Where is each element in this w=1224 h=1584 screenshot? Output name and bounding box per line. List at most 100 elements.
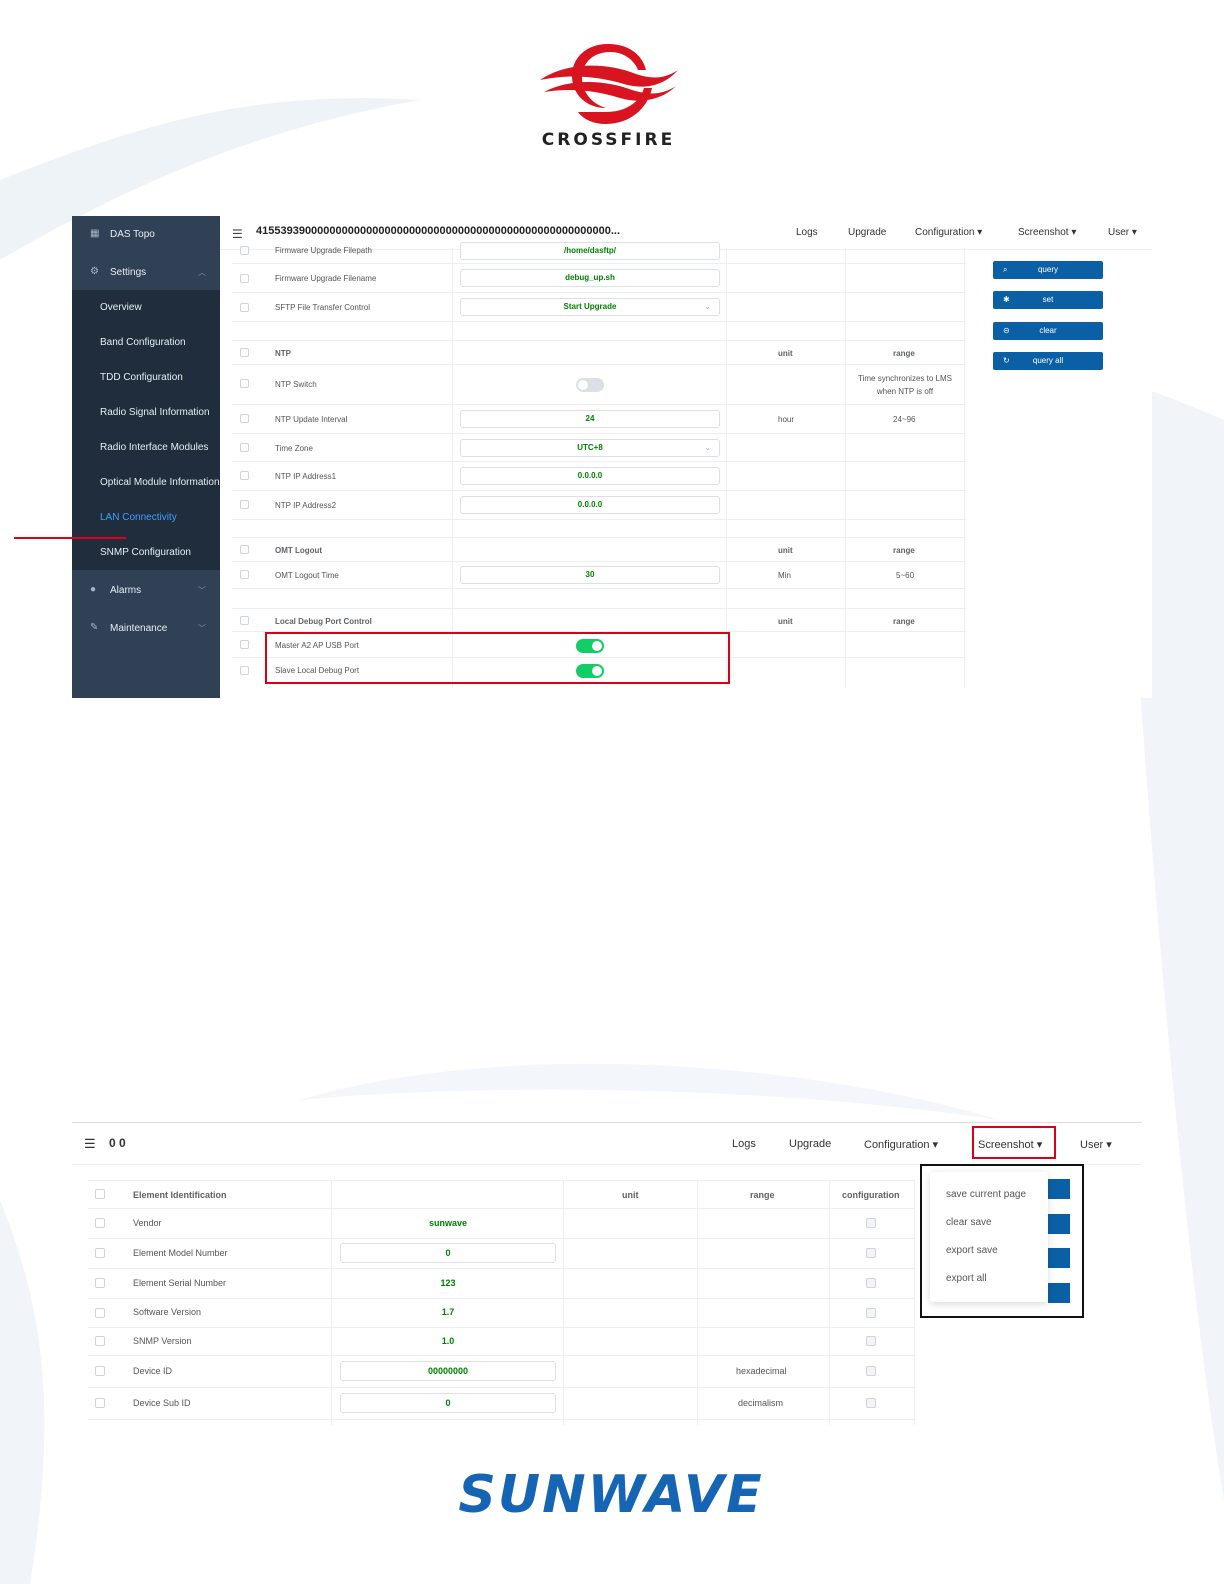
omt-logout-input[interactable]: 30 [460, 566, 720, 584]
row-checkbox[interactable] [95, 1278, 105, 1288]
table-row: SFTP File Transfer Control Start Upgrade… [232, 293, 966, 322]
model-number-input[interactable]: 0 [340, 1243, 556, 1263]
menu-fold-icon[interactable]: ☰ [84, 1136, 96, 1152]
header-checkbox[interactable] [95, 1189, 105, 1199]
sidebar-item-maintenance[interactable]: ✎ Maintenance ﹀ [72, 610, 220, 646]
gear-icon: ⚙ [90, 266, 99, 277]
sidebar-item-radio-signal-information[interactable]: Radio Signal Information [72, 395, 220, 430]
nav-configuration[interactable]: Configuration ▾ [864, 1138, 938, 1151]
table-row: Time Zone UTC+8 ⌄ [232, 434, 966, 462]
sidebar-item-snmp-configuration[interactable]: SNMP Configuration [72, 535, 220, 570]
row-checkbox[interactable] [240, 443, 249, 452]
sidebar-item-alarms[interactable]: ● Alarms ﹀ [72, 572, 220, 608]
sidebar-item-das-topo[interactable]: ▦ DAS Topo [72, 216, 220, 252]
table-row: Firmware Upgrade Filepath /home/dasftp/ [232, 242, 966, 264]
nav-upgrade[interactable]: Upgrade [848, 227, 886, 238]
chevron-down-icon: ﹀ [198, 623, 206, 633]
sunwave-wordmark: SUNWAVE [458, 1465, 763, 1525]
nav-screenshot[interactable]: Screenshot ▾ [1018, 227, 1076, 238]
config-checkbox[interactable] [866, 1278, 876, 1288]
vendor-value: sunwave [428, 1218, 468, 1228]
unit-value: hour [778, 415, 795, 424]
snmp-version-value: 1.0 [441, 1336, 455, 1346]
filepath-input[interactable]: /home/dasftp/ [460, 242, 720, 260]
column-divider [914, 1180, 915, 1425]
range-value: hexadecimal [736, 1366, 787, 1376]
sidebar-item-tdd-configuration[interactable]: TDD Configuration [72, 360, 220, 395]
row-label: Element Serial Number [133, 1278, 227, 1288]
table-row: Vendor sunwave [88, 1209, 914, 1239]
set-button[interactable]: ✱ set [993, 291, 1103, 309]
row-checkbox[interactable] [240, 570, 249, 579]
sidebar-item-overview[interactable]: Overview [72, 290, 220, 325]
sidebar: ▦ DAS Topo ⚙ Settings ︿ Overview Band Co… [72, 216, 220, 698]
row-checkbox[interactable] [240, 666, 249, 675]
nav-logs[interactable]: Logs [796, 227, 818, 238]
crossfire-flame-icon [540, 44, 678, 124]
ntp-ip1-input[interactable]: 0.0.0.0 [460, 467, 720, 485]
section-header-ntp: NTP [275, 349, 291, 358]
nav-user[interactable]: User ▾ [1080, 1138, 1112, 1151]
row-checkbox[interactable] [240, 414, 249, 423]
highlight-box-dropdown [920, 1164, 1084, 1318]
config-checkbox[interactable] [866, 1398, 876, 1408]
table-row: Firmware Upgrade Filename debug_up.sh [232, 264, 966, 293]
row-checkbox[interactable] [95, 1248, 105, 1258]
row-checkbox[interactable] [240, 274, 249, 283]
nav-logs[interactable]: Logs [732, 1138, 756, 1150]
sidebar-item-optical-module-information[interactable]: Optical Module Information [72, 465, 220, 500]
config-checkbox[interactable] [866, 1218, 876, 1228]
config-checkbox[interactable] [866, 1366, 876, 1376]
row-checkbox[interactable] [95, 1308, 105, 1318]
timezone-select[interactable]: UTC+8 ⌄ [460, 439, 720, 457]
sidebar-item-lan-connectivity[interactable]: LAN Connectivity [72, 500, 220, 535]
ntp-ip2-input[interactable]: 0.0.0.0 [460, 496, 720, 514]
row-checkbox[interactable] [240, 303, 249, 312]
config-checkbox[interactable] [866, 1336, 876, 1346]
row-checkbox[interactable] [240, 500, 249, 509]
row-checkbox[interactable] [240, 246, 249, 255]
menu-fold-icon[interactable]: ☰ [232, 227, 243, 241]
device-sub-id-input[interactable]: 0 [340, 1393, 556, 1413]
query-all-button[interactable]: ↻ query all [993, 352, 1103, 370]
ntp-switch-toggle[interactable] [576, 378, 604, 392]
config-checkbox[interactable] [866, 1248, 876, 1258]
chevron-down-icon: ﹀ [198, 585, 206, 595]
row-checkbox[interactable] [240, 471, 249, 480]
clear-button[interactable]: ⊝ clear [993, 322, 1103, 340]
row-checkbox[interactable] [240, 640, 249, 649]
nav-configuration[interactable]: Configuration ▾ [915, 227, 982, 238]
nav-user[interactable]: User ▾ [1108, 227, 1137, 238]
query-button[interactable]: ⌕ query [993, 261, 1103, 279]
row-checkbox[interactable] [95, 1366, 105, 1376]
alert-icon: ● [90, 584, 97, 595]
sidebar-item-band-configuration[interactable]: Band Configuration [72, 325, 220, 360]
header-checkbox[interactable] [240, 616, 249, 625]
filename-input[interactable]: debug_up.sh [460, 269, 720, 287]
config-checkbox[interactable] [866, 1308, 876, 1318]
grid-icon: ▦ [90, 228, 100, 239]
nav-upgrade[interactable]: Upgrade [789, 1138, 831, 1150]
table-row: SNMP Version 1.0 [88, 1328, 914, 1356]
header-unit: unit [622, 1190, 639, 1200]
header-checkbox[interactable] [240, 545, 249, 554]
sidebar-item-settings[interactable]: ⚙ Settings ︿ [72, 254, 220, 290]
crossfire-logo: CROSSFIRE [536, 40, 681, 155]
row-checkbox[interactable] [95, 1398, 105, 1408]
ntp-interval-input[interactable]: 24 [460, 410, 720, 428]
sunwave-wordmark-text: SUNWAVE [458, 1468, 763, 1518]
sidebar-item-radio-interface-modules[interactable]: Radio Interface Modules [72, 430, 220, 465]
header-checkbox[interactable] [240, 348, 249, 357]
header-element-identification: Element Identification [133, 1190, 227, 1200]
chevron-down-icon: ⌄ [704, 443, 711, 452]
row-checkbox[interactable] [95, 1336, 105, 1346]
button-label: query all [1032, 356, 1064, 365]
highlight-box-debug-ports [265, 632, 730, 684]
table-header-row: NTP unit range [232, 340, 966, 365]
row-checkbox[interactable] [240, 379, 249, 388]
row-checkbox[interactable] [95, 1218, 105, 1228]
sunwave-logo: SUNWAVE [446, 1465, 776, 1525]
range-value: 5~60 [896, 571, 915, 580]
sftp-control-select[interactable]: Start Upgrade ⌄ [460, 298, 720, 316]
device-id-input[interactable]: 00000000 [340, 1361, 556, 1381]
